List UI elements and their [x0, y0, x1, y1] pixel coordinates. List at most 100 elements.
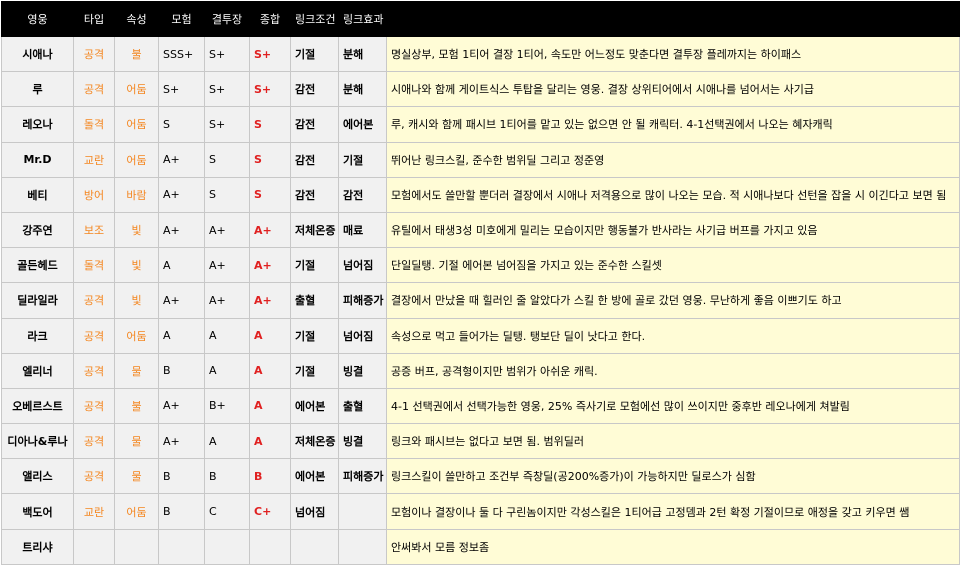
grade-total: A+ — [249, 282, 291, 319]
hero-type: 공격 — [73, 317, 115, 354]
hero-attribute: 어둠 — [114, 106, 159, 143]
grade-adventure: S+ — [158, 71, 205, 108]
grade-total: A — [249, 352, 291, 389]
link-condition: 감전 — [290, 71, 339, 108]
grade-adventure: B — [158, 352, 205, 389]
hero-attribute: 어둠 — [114, 493, 159, 530]
hero-type: 교란 — [73, 141, 115, 178]
link-condition: 넘어짐 — [290, 493, 339, 530]
grade-adventure: A — [158, 317, 205, 354]
hero-name: 강주연 — [1, 211, 74, 249]
link-condition: 출혈 — [290, 282, 339, 319]
header-hero: 영웅 — [1, 1, 74, 37]
link-condition: 저체온증 — [290, 211, 339, 249]
grade-adventure: A — [158, 247, 205, 284]
grade-total: S+ — [249, 71, 291, 108]
grade-duel: B — [204, 458, 250, 495]
hero-type: 보조 — [73, 211, 115, 249]
hero-type: 공격 — [73, 352, 115, 389]
grade-total: C+ — [249, 493, 291, 530]
hero-type: 교란 — [73, 493, 115, 530]
hero-name: 베티 — [1, 176, 74, 213]
hero-description: 명실상부, 모험 1티어 결장 1티어, 속도만 어느정도 맞춘다면 결투장 플… — [386, 35, 960, 73]
link-effect: 빙결 — [338, 352, 387, 389]
grade-duel: S+ — [204, 71, 250, 108]
hero-type: 공격 — [73, 423, 115, 460]
hero-name: 루 — [1, 71, 74, 108]
table-row: 루 공격 어둠 S+ S+ S+ 감전 분해 시애나와 함께 게이트식스 투탑을 달리는 영웅.… — [1, 71, 960, 108]
hero-attribute: 물 — [114, 352, 159, 389]
link-effect: 분해 — [338, 35, 387, 73]
grade-duel: S+ — [204, 106, 250, 143]
table-row: 디아나&루나 공격 물 A+ A A 저체온증 빙결 링크와 패시브는 없다고 보면 됨. 범위… — [1, 423, 960, 460]
hero-name: 시애나 — [1, 35, 74, 73]
header-description — [386, 1, 960, 37]
hero-attribute: 불 — [114, 387, 159, 425]
header-type: 타입 — [73, 1, 115, 37]
grade-total: S — [249, 106, 291, 143]
link-condition: 저체온증 — [290, 423, 339, 460]
hero-attribute: 빛 — [114, 211, 159, 249]
grade-adventure: A+ — [158, 176, 205, 213]
link-effect: 에어본 — [338, 106, 387, 143]
link-effect: 넘어짐 — [338, 317, 387, 354]
hero-attribute: 빛 — [114, 247, 159, 284]
hero-type: 공격 — [73, 282, 115, 319]
hero-description: 안써봐서 모름 정보좀 — [386, 528, 960, 565]
header-adventure: 모험 — [158, 1, 205, 37]
link-condition: 에어본 — [290, 387, 339, 425]
hero-name: 트리샤 — [1, 528, 74, 565]
hero-type: 공격 — [73, 71, 115, 108]
link-condition: 기절 — [290, 247, 339, 284]
grade-total: A — [249, 423, 291, 460]
link-condition: 기절 — [290, 352, 339, 389]
grade-adventure: A+ — [158, 423, 205, 460]
hero-type: 공격 — [73, 458, 115, 495]
hero-description: 링크스킬이 쓸만하고 조건부 즉창딜(공200%증가)이 가능하지만 딜로스가 … — [386, 458, 960, 495]
hero-name: 앨리스 — [1, 458, 74, 495]
grade-adventure: S — [158, 106, 205, 143]
grade-total: B — [249, 458, 291, 495]
link-effect: 넘어짐 — [338, 247, 387, 284]
hero-description: 속성으로 먹고 들어가는 딜탱. 탱보단 딜이 낫다고 한다. — [386, 317, 960, 354]
header-duel: 결투장 — [204, 1, 250, 37]
grade-duel: A+ — [204, 247, 250, 284]
hero-description: 단일딜탱. 기절 에어본 넘어짐을 가지고 있는 준수한 스킬셋 — [386, 247, 960, 284]
link-condition: 감전 — [290, 106, 339, 143]
hero-name: 딜라일라 — [1, 282, 74, 319]
hero-type: 돌격 — [73, 247, 115, 284]
link-effect: 감전 — [338, 176, 387, 213]
hero-description: 시애나와 함께 게이트식스 투탑을 달리는 영웅. 결장 상위티어에서 시애나를… — [386, 71, 960, 108]
grade-adventure: B — [158, 458, 205, 495]
hero-name: 백도어 — [1, 493, 74, 530]
header-row: 영웅 타입 속성 모험 결투장 종합 링크조건 링크효과 — [1, 1, 960, 37]
table-row: 골든헤드 돌격 빛 A A+ A+ 기절 넘어짐 단일딜탱. 기절 에어본 넘어짐을 가지고 있… — [1, 247, 960, 284]
link-effect: 피해증가 — [338, 458, 387, 495]
hero-name: Mr.D — [1, 141, 74, 178]
hero-description: 4-1 선택권에서 선택가능한 영웅, 25% 즉사기로 모험에선 많이 쓰이지… — [386, 387, 960, 425]
table-row: 백도어 교란 어둠 B C C+ 넘어짐 모험이나 결장이나 둘 다 구린놈이지만 각성스킬은… — [1, 493, 960, 530]
hero-type: 공격 — [73, 35, 115, 73]
grade-adventure: A+ — [158, 211, 205, 249]
link-condition: 기절 — [290, 317, 339, 354]
hero-type: 돌격 — [73, 106, 115, 143]
hero-attribute — [114, 528, 159, 565]
grade-adventure: A+ — [158, 387, 205, 425]
grade-duel: B+ — [204, 387, 250, 425]
link-effect: 분해 — [338, 71, 387, 108]
link-condition: 감전 — [290, 141, 339, 178]
table-row: 딜라일라 공격 빛 A+ A+ A+ 출혈 피해증가 결장에서 만났을 때 힐러인 줄 알았다가… — [1, 282, 960, 319]
hero-description: 모험에서도 쓸만할 뿐더러 결장에서 시애나 저격용으로 많이 나오는 모습. … — [386, 176, 960, 213]
hero-name: 오베르스트 — [1, 387, 74, 425]
grade-adventure — [158, 528, 205, 565]
table-row: 시애나 공격 불 SSS+ S+ S+ 기절 분해 명실상부, 모험 1티어 결장 1티어, 속… — [1, 35, 960, 73]
grade-total: A+ — [249, 211, 291, 249]
grade-total: S — [249, 176, 291, 213]
grade-total: S+ — [249, 35, 291, 73]
hero-description: 모험이나 결장이나 둘 다 구린놈이지만 각성스킬은 1티어급 고정뎀과 2턴 … — [386, 493, 960, 530]
header-link-condition: 링크조건 — [290, 1, 339, 37]
grade-total: A — [249, 317, 291, 354]
hero-attribute: 빛 — [114, 282, 159, 319]
grade-duel: A — [204, 352, 250, 389]
hero-type: 공격 — [73, 387, 115, 425]
